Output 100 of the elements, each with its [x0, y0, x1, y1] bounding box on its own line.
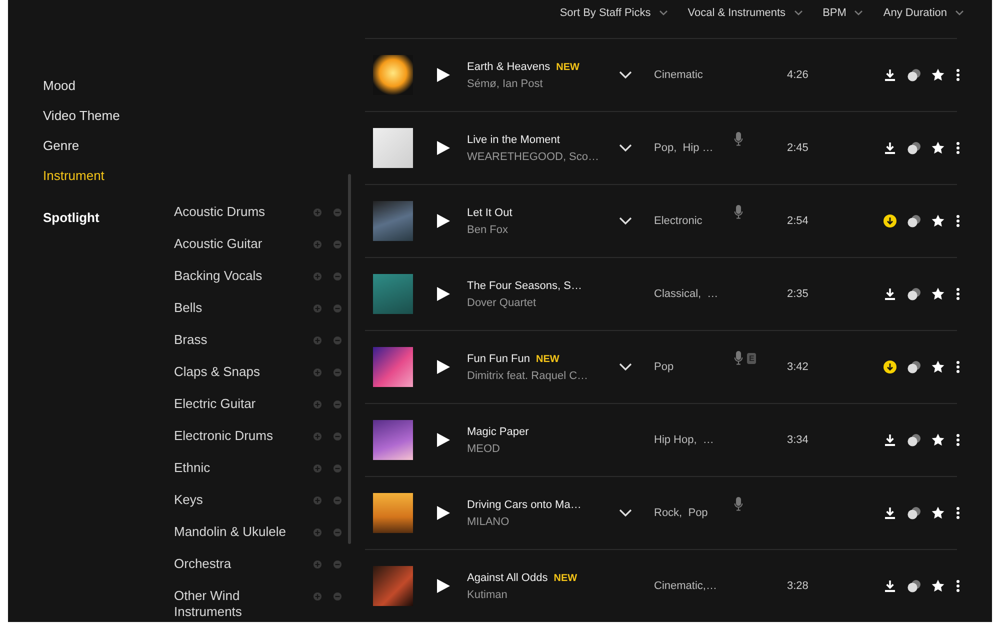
- track-artist[interactable]: MILANO: [467, 516, 611, 528]
- more-icon[interactable]: [955, 214, 961, 228]
- track-title[interactable]: Driving Cars onto Ma…: [467, 498, 582, 510]
- similar-tracks-icon[interactable]: [907, 360, 921, 374]
- subcategory-option[interactable]: Mandolin & Ukulele: [174, 524, 302, 540]
- track-genre: Classical, …: [654, 288, 720, 300]
- spotlight-link[interactable]: Spotlight: [43, 210, 174, 225]
- subcategory-option[interactable]: Electric Guitar: [174, 396, 302, 412]
- subcategory-option[interactable]: Bells: [174, 300, 302, 316]
- subcategory-option[interactable]: Backing Vocals: [174, 268, 302, 284]
- star-icon[interactable]: [931, 433, 945, 447]
- download-icon[interactable]: [883, 287, 897, 301]
- track-row[interactable]: Live in the Moment WEARETHEGOOD, Sco… Pop, Hip … 2:45: [365, 111, 957, 184]
- star-icon[interactable]: [931, 360, 945, 374]
- subcategory-option[interactable]: Brass: [174, 332, 302, 348]
- more-icon[interactable]: [955, 506, 961, 520]
- similar-tracks-icon[interactable]: [907, 214, 921, 228]
- track-genre: Rock, Pop: [654, 507, 709, 519]
- track-artist[interactable]: WEARETHEGOOD, Sco…: [467, 150, 611, 162]
- sidebar-item[interactable]: Video Theme: [43, 104, 174, 134]
- play-icon[interactable]: [435, 505, 451, 521]
- similar-tracks-icon[interactable]: [907, 141, 921, 155]
- play-icon[interactable]: [435, 578, 451, 594]
- track-row[interactable]: Earth & Heavens NEW Sémø, Ian Post Cinematic 4:26: [365, 38, 957, 111]
- filter-dropdown[interactable]: BPM: [822, 7, 864, 19]
- subcategory-option[interactable]: Electronic Drums: [174, 428, 302, 444]
- star-icon[interactable]: [931, 506, 945, 520]
- subcategory-option[interactable]: Ethnic: [174, 460, 302, 476]
- star-icon[interactable]: [931, 68, 945, 82]
- track-row[interactable]: Against All Odds NEW Kutiman Cinematic,… 3:28: [365, 549, 957, 622]
- download-icon[interactable]: [883, 68, 897, 82]
- new-label: NEW: [554, 572, 578, 584]
- track-row[interactable]: Magic Paper MEOD Hip Hop, … 3:34: [365, 403, 957, 476]
- track-title[interactable]: Fun Fun Fun: [467, 352, 530, 364]
- more-icon[interactable]: [955, 579, 961, 593]
- download-circle-icon[interactable]: [883, 214, 897, 228]
- chevron-down-icon[interactable]: [619, 71, 632, 79]
- subcategory-option[interactable]: Acoustic Drums: [174, 204, 302, 220]
- track-genre: Cinematic: [654, 69, 704, 81]
- sidebar-item[interactable]: Mood: [43, 74, 174, 104]
- play-icon[interactable]: [435, 286, 451, 302]
- chevron-down-icon[interactable]: [619, 217, 632, 225]
- download-icon[interactable]: [883, 433, 897, 447]
- track-title[interactable]: Let It Out: [467, 206, 512, 218]
- track-artist[interactable]: Kutiman: [467, 588, 611, 600]
- track-row[interactable]: Driving Cars onto Ma… MILANO Rock, Pop: [365, 476, 957, 549]
- similar-tracks-icon[interactable]: [907, 433, 921, 447]
- similar-tracks-icon[interactable]: [907, 68, 921, 82]
- chevron-down-icon[interactable]: [619, 509, 632, 517]
- similar-tracks-icon[interactable]: [907, 287, 921, 301]
- more-icon[interactable]: [955, 287, 961, 301]
- track-row[interactable]: Let It Out Ben Fox Electronic 2:54: [365, 184, 957, 257]
- track-title[interactable]: Magic Paper: [467, 426, 529, 438]
- scrollbar[interactable]: [348, 174, 351, 544]
- similar-tracks-icon[interactable]: [907, 506, 921, 520]
- track-title[interactable]: Live in the Moment: [467, 134, 560, 146]
- download-circle-icon[interactable]: [883, 360, 897, 374]
- chevron-down-icon[interactable]: [619, 363, 632, 371]
- chevron-down-icon[interactable]: [619, 144, 632, 152]
- sidebar-item[interactable]: Genre: [43, 134, 174, 164]
- similar-tracks-icon[interactable]: [907, 579, 921, 593]
- caret-icon: [854, 10, 864, 16]
- filter-dropdown[interactable]: Vocal & Instruments: [688, 7, 803, 19]
- more-icon[interactable]: [955, 68, 961, 82]
- track-title[interactable]: The Four Seasons, S…: [467, 280, 582, 292]
- more-icon[interactable]: [955, 360, 961, 374]
- subcategory-option[interactable]: Keys: [174, 492, 302, 508]
- track-duration: 3:28: [787, 580, 810, 592]
- filter-dropdown[interactable]: Sort By Staff Picks: [560, 7, 668, 19]
- play-icon[interactable]: [435, 213, 451, 229]
- track-artist[interactable]: Dover Quartet: [467, 296, 611, 308]
- star-icon[interactable]: [931, 287, 945, 301]
- track-row[interactable]: The Four Seasons, S… Dover Quartet Classical, … 2:35: [365, 257, 957, 330]
- more-icon[interactable]: [955, 433, 961, 447]
- play-icon[interactable]: [435, 67, 451, 83]
- track-artist[interactable]: MEOD: [467, 442, 611, 454]
- star-icon[interactable]: [931, 214, 945, 228]
- filter-dropdown[interactable]: Any Duration: [883, 7, 964, 19]
- star-icon[interactable]: [931, 141, 945, 155]
- download-icon[interactable]: [883, 579, 897, 593]
- subcategory-option[interactable]: Claps & Snaps: [174, 364, 302, 380]
- play-icon[interactable]: [435, 359, 451, 375]
- subcategory-option[interactable]: Other Wind Instruments: [174, 588, 302, 620]
- track-artist[interactable]: Sémø, Ian Post: [467, 78, 611, 90]
- more-icon[interactable]: [955, 141, 961, 155]
- play-icon[interactable]: [435, 140, 451, 156]
- subcategory-option[interactable]: Orchestra: [174, 556, 302, 572]
- play-icon[interactable]: [435, 432, 451, 448]
- track-artist[interactable]: Ben Fox: [467, 224, 611, 236]
- album-cover: [373, 274, 413, 314]
- track-title[interactable]: Earth & Heavens: [467, 60, 550, 72]
- track-title[interactable]: Against All Odds: [467, 572, 548, 584]
- download-icon[interactable]: [883, 141, 897, 155]
- caret-icon: [955, 10, 964, 16]
- track-artist[interactable]: Dimitrix feat. Raquel C…: [467, 370, 611, 382]
- download-icon[interactable]: [883, 506, 897, 520]
- sidebar-item[interactable]: Instrument: [43, 164, 174, 194]
- star-icon[interactable]: [931, 579, 945, 593]
- track-duration: 2:45: [787, 142, 810, 154]
- subcategory-option[interactable]: Acoustic Guitar: [174, 236, 302, 252]
